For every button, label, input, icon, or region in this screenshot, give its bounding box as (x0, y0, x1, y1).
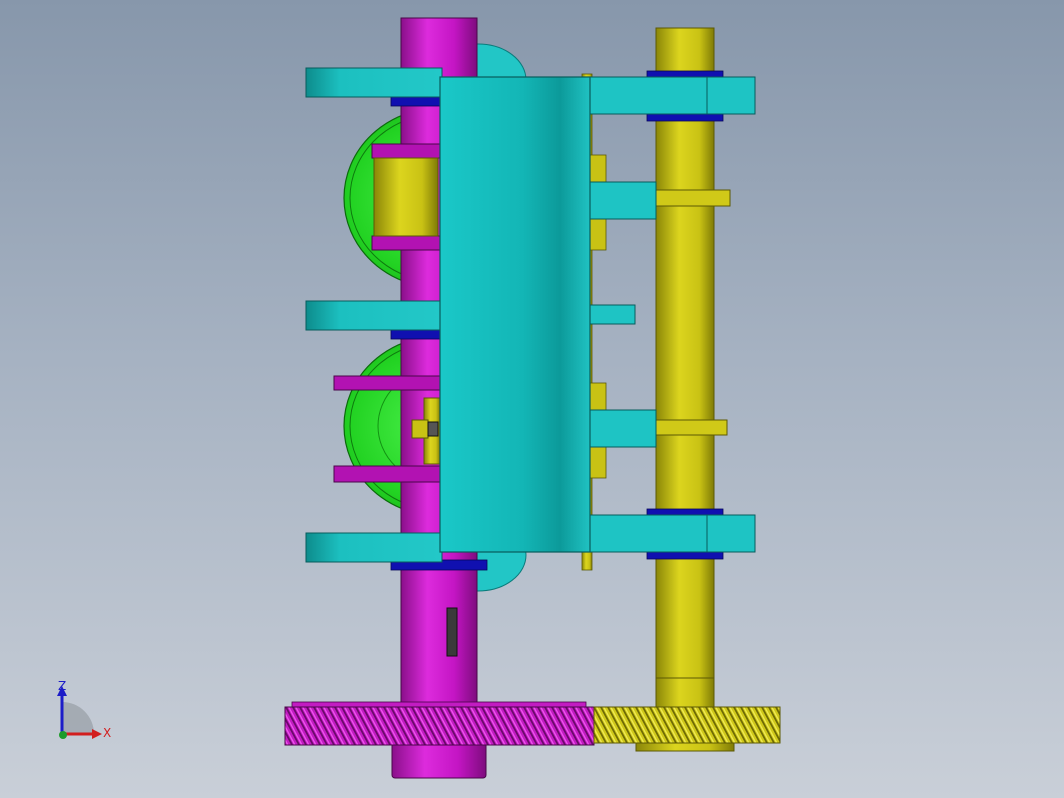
shaft-keyway (446, 607, 458, 657)
x-axis-label: X (103, 726, 111, 740)
gearbox-assembly-model[interactable] (0, 0, 1064, 798)
magenta-helical-gear[interactable] (284, 701, 595, 746)
z-axis-label: Z (58, 679, 66, 693)
yellow-helical-gear[interactable] (593, 706, 781, 744)
triad-quadrant (62, 702, 94, 734)
y-axis-dot (59, 731, 67, 739)
cad-viewport[interactable]: Z X (0, 0, 1064, 798)
magenta-gear-hub-upper[interactable] (371, 143, 445, 251)
yellow-output-shaft[interactable] (635, 27, 735, 752)
central-housing-body[interactable] (439, 76, 591, 553)
coordinate-triad: Z X (48, 672, 128, 752)
